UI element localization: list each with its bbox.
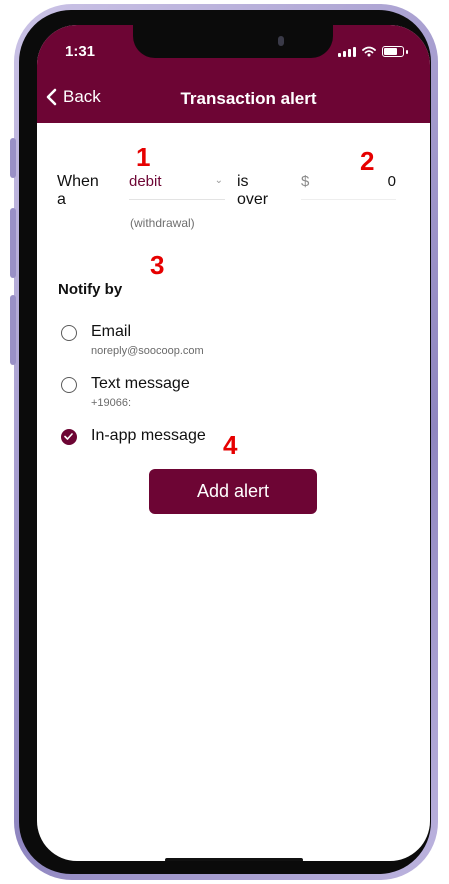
callout-4: 4 (223, 430, 238, 460)
option-label: Email (91, 323, 132, 340)
notify-heading: Notify by (58, 281, 123, 298)
transaction-type-value: debit (129, 173, 162, 190)
callout-1: 1 (136, 142, 151, 172)
volume-up-button (10, 208, 16, 278)
page-title: Transaction alert (180, 89, 317, 108)
signal-icon (338, 46, 356, 57)
status-time: 1:31 (65, 43, 96, 60)
callout-2: 2 (360, 146, 375, 176)
status-icons (338, 46, 408, 57)
condition-middle: is over (237, 173, 269, 208)
transaction-type-select[interactable]: debit ⌄ (129, 169, 225, 200)
amount-value: 0 (387, 173, 396, 190)
callout-3: 3 (150, 250, 165, 280)
in-app-message-radio[interactable] (61, 429, 77, 445)
mute-switch (10, 138, 16, 178)
alert-form: When a debit ⌄ is over $ 0 (withdrawal) … (37, 123, 430, 861)
chevron-down-icon: ⌄ (214, 175, 223, 186)
condition-prefix: When a (57, 173, 99, 208)
option-detail: noreply@soocoop.com (91, 345, 204, 357)
text-message-radio[interactable] (61, 377, 77, 393)
wifi-icon (362, 46, 376, 57)
battery-icon (382, 46, 404, 57)
option-detail: +19066: (91, 397, 132, 409)
add-alert-button[interactable]: Add alert (149, 469, 317, 514)
transaction-type-caption: (withdrawal) (130, 216, 195, 230)
battery-cap (406, 49, 408, 54)
home-indicator (165, 858, 303, 861)
notch (133, 25, 333, 58)
option-label: Text message (91, 375, 190, 392)
email-radio[interactable] (61, 325, 77, 341)
amount-input[interactable]: $ 0 (301, 169, 396, 200)
camera-icon (278, 36, 284, 46)
app-header: 1:31 Back Transaction alert (37, 25, 430, 123)
option-label: In-app message (91, 427, 206, 444)
checkmark-icon (64, 433, 73, 440)
volume-down-button (10, 295, 16, 365)
currency-symbol: $ (301, 173, 310, 190)
